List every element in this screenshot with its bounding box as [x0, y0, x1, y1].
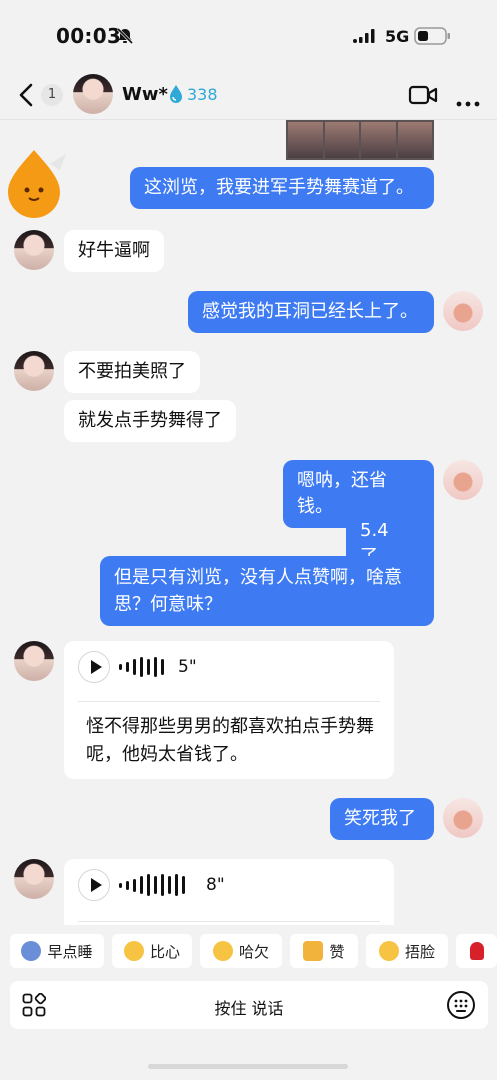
quick-emoji-bar: 早点睡 比心 哈欠 赞 捂脸 — [0, 932, 497, 972]
my-avatar[interactable] — [443, 798, 483, 838]
facepalm-emoji-icon — [378, 941, 399, 961]
voice-waveform-icon — [119, 873, 185, 897]
incoming-message[interactable]: 好牛逼啊 — [64, 230, 164, 272]
play-voice-icon[interactable] — [78, 651, 110, 683]
keyboard-icon[interactable] — [446, 990, 476, 1024]
my-avatar[interactable] — [443, 291, 483, 331]
emoji-chip-sleepy[interactable]: 早点睡 — [10, 934, 104, 968]
finger-heart-emoji-icon — [123, 941, 144, 961]
contact-avatar[interactable] — [14, 351, 54, 391]
water-drop-icon — [168, 84, 184, 108]
mascot-sticker-icon[interactable] — [0, 142, 68, 222]
unread-badge[interactable]: 1 — [41, 84, 63, 106]
yawn-emoji-icon — [212, 941, 233, 961]
emoji-chip-rose[interactable] — [456, 934, 497, 968]
signal-icon — [352, 28, 378, 48]
contact-avatar[interactable] — [14, 859, 54, 899]
rose-emoji-icon — [469, 942, 484, 960]
hold-to-talk-button[interactable]: 按住 说话 — [10, 995, 488, 1019]
emoji-chip-thumbs-up[interactable]: 赞 — [290, 934, 358, 968]
more-options-icon[interactable] — [456, 92, 480, 111]
status-time: 00:03 — [56, 24, 122, 48]
home-indicator — [148, 1064, 348, 1069]
contact-avatar[interactable] — [14, 230, 54, 270]
divider — [78, 921, 380, 922]
chat-header: 1 Ww* 338 — [0, 70, 497, 120]
status-bar: 00:03 5G — [0, 0, 497, 70]
network-type: 5G — [385, 27, 410, 46]
input-bar: 按住 说话 — [10, 981, 488, 1029]
outgoing-message[interactable]: 这浏览，我要进军手势舞赛道了。 — [130, 167, 434, 209]
contact-name[interactable]: Ww* — [122, 84, 168, 105]
voice-message-card[interactable]: 5" 怪不得那些男男的都喜欢拍点手势舞呢，他妈太省钱了。 — [64, 641, 394, 779]
back-chevron-icon[interactable] — [16, 82, 40, 108]
play-voice-icon[interactable] — [78, 869, 110, 901]
sleepy-emoji-icon — [21, 941, 42, 961]
voice-duration: 8" — [206, 875, 225, 895]
contact-avatar[interactable] — [14, 641, 54, 681]
battery-icon — [414, 27, 452, 49]
my-avatar[interactable] — [443, 460, 483, 500]
mute-bell-icon — [116, 27, 134, 49]
voice-duration: 5" — [178, 657, 197, 677]
emoji-chip-yawn[interactable]: 哈欠 — [200, 934, 282, 968]
voice-transcript[interactable]: 怪不得那些男男的都喜欢拍点手势舞呢，他妈太省钱了。 — [86, 713, 376, 769]
outgoing-message[interactable]: 笑死我了 — [330, 798, 434, 840]
intimacy-score: 338 — [187, 85, 218, 104]
outgoing-message[interactable]: 感觉我的耳洞已经长上了。 — [188, 291, 434, 333]
outgoing-message[interactable]: 但是只有浏览，没有人点赞啊，啥意思？何意味？ — [100, 556, 434, 626]
divider — [78, 701, 380, 702]
incoming-message[interactable]: 就发点手势舞得了 — [64, 400, 236, 442]
emoji-chip-facepalm[interactable]: 捂脸 — [366, 934, 448, 968]
contact-avatar[interactable] — [73, 74, 113, 114]
voice-message-card[interactable]: 8" — [64, 859, 394, 925]
voice-waveform-icon — [119, 655, 164, 679]
incoming-message[interactable]: 不要拍美照了 — [64, 351, 200, 393]
shared-image-preview[interactable] — [286, 120, 434, 160]
emoji-chip-finger-heart[interactable]: 比心 — [112, 934, 192, 968]
video-call-icon[interactable] — [408, 84, 438, 110]
message-list[interactable]: 这浏览，我要进军手势舞赛道了。 好牛逼啊 感觉我的耳洞已经长上了。 不要拍美照了… — [0, 120, 497, 925]
thumbs-up-emoji-icon — [303, 941, 324, 961]
